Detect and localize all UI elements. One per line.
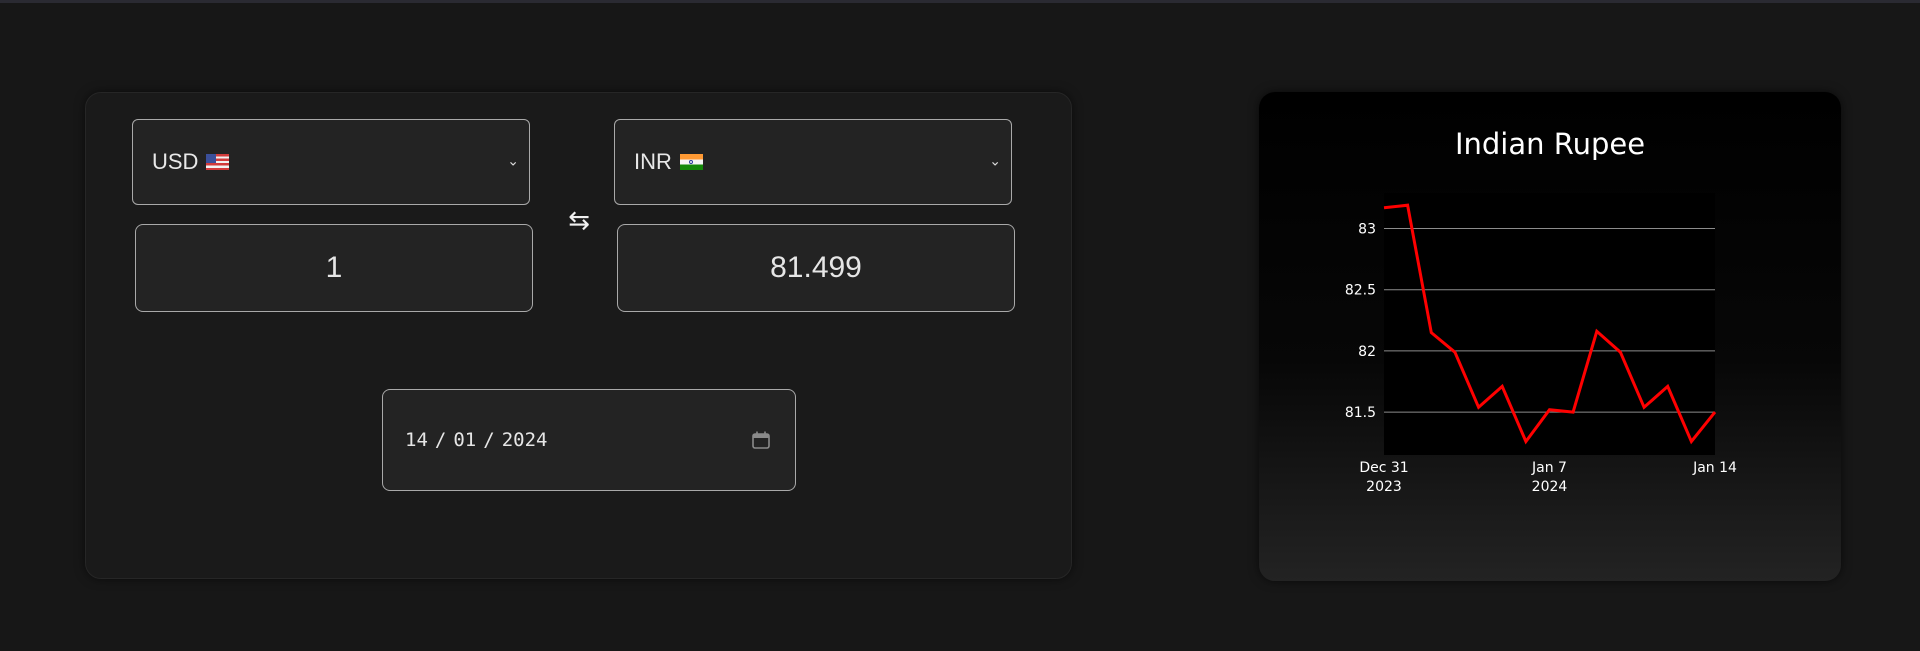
x-tick-label-year: 2023 [1366, 479, 1402, 495]
window-top-strip [0, 0, 1920, 3]
x-tick-label: Jan 7 [1531, 460, 1567, 476]
from-currency-code: USD [152, 149, 199, 174]
x-tick-label-year: 2024 [1532, 479, 1568, 495]
us-flag-icon [206, 154, 230, 170]
x-tick-label: Dec 31 [1359, 460, 1408, 476]
chevron-down-icon: ⌄ [989, 152, 1001, 169]
to-amount-output[interactable]: 81.499 [617, 224, 1015, 312]
line-chart: 81.5 82 82.5 83 Dec 31 2023 Jan 7 2024 Jan 14 [1345, 193, 1737, 495]
y-tick-label: 81.5 [1345, 405, 1376, 421]
chevron-down-icon: ⌄ [507, 152, 519, 169]
swap-arrows-icon[interactable]: ⇆ [564, 205, 594, 235]
plot-area [1384, 193, 1715, 455]
y-tick-label: 83 [1358, 222, 1376, 238]
date-separator: / [434, 429, 447, 451]
converter-card: USD ⌄ INR ⌄ ⇆ 1 81.499 14 / 01 / 2024 [85, 92, 1072, 579]
y-tick-label: 82.5 [1345, 283, 1376, 299]
to-currency-code: INR [634, 149, 672, 174]
to-currency-select[interactable]: INR ⌄ [614, 119, 1012, 205]
india-flag-icon [679, 154, 703, 170]
from-currency-select[interactable]: USD ⌄ [132, 119, 530, 205]
y-tick-label: 82 [1358, 344, 1376, 360]
calendar-icon[interactable] [751, 430, 771, 450]
date-input[interactable]: 14 / 01 / 2024 [382, 389, 796, 491]
from-amount-input[interactable]: 1 [135, 224, 533, 312]
x-tick-label: Jan 14 [1692, 460, 1737, 476]
date-year[interactable]: 2024 [502, 429, 548, 451]
date-day[interactable]: 14 [405, 429, 428, 451]
chart-card: Indian Rupee 81.5 82 82.5 83 Dec 31 2023 Jan 7… [1259, 92, 1841, 581]
date-month[interactable]: 01 [453, 429, 476, 451]
date-separator: / [483, 429, 495, 451]
